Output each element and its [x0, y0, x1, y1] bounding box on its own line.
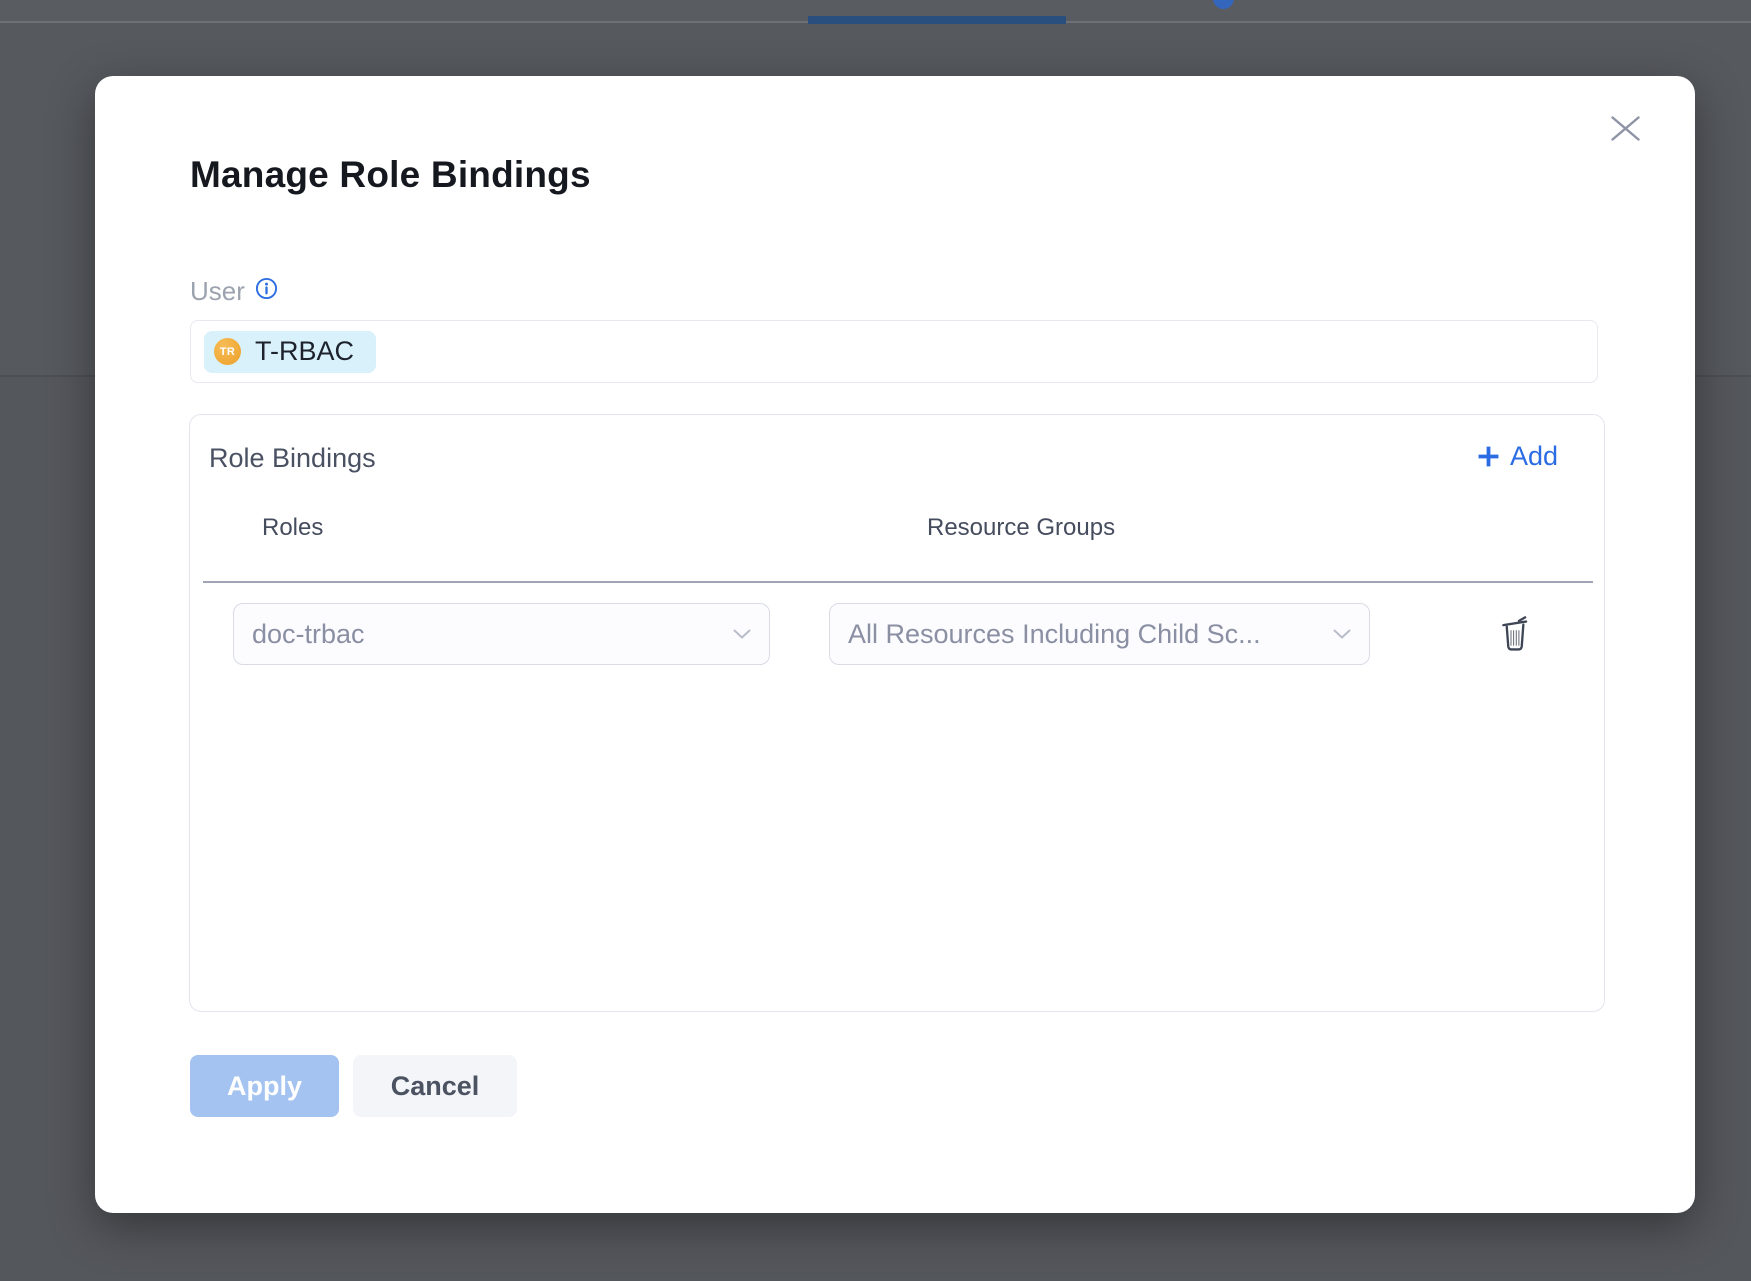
user-label-row: User: [190, 276, 278, 307]
plus-icon: [1477, 445, 1500, 468]
close-button[interactable]: [1601, 106, 1649, 150]
close-icon: [1610, 115, 1641, 142]
user-chip: TR T-RBAC: [204, 331, 376, 373]
apply-button[interactable]: Apply: [190, 1055, 339, 1117]
user-chip-label: T-RBAC: [255, 336, 354, 367]
column-header-resource-groups: Resource Groups: [927, 514, 1115, 542]
screen: Manage Role Bindings User TR T-RBAC R: [0, 0, 1751, 1281]
trash-icon: [1499, 615, 1531, 653]
table-header-divider: [203, 581, 1593, 583]
manage-role-bindings-modal: Manage Role Bindings User TR T-RBAC R: [95, 76, 1695, 1213]
role-bindings-heading: Role Bindings: [209, 443, 376, 474]
role-bindings-panel: Role Bindings Add Roles Resource Groups …: [189, 414, 1605, 1012]
column-header-roles: Roles: [262, 514, 323, 542]
user-label: User: [190, 276, 245, 307]
cancel-button[interactable]: Cancel: [353, 1055, 517, 1117]
user-select-field[interactable]: TR T-RBAC: [190, 320, 1598, 383]
chevron-down-icon: [1333, 629, 1351, 640]
add-button-label: Add: [1510, 441, 1558, 472]
background-active-tab-underline: [808, 16, 1066, 24]
role-select[interactable]: doc-trbac: [233, 603, 770, 665]
resource-group-select-value: All Resources Including Child Sc...: [848, 619, 1261, 650]
info-icon: [255, 277, 278, 300]
delete-role-binding-button[interactable]: [1490, 609, 1540, 659]
user-info-button[interactable]: [255, 277, 278, 300]
chevron-down-icon: [733, 629, 751, 640]
resource-group-select[interactable]: All Resources Including Child Sc...: [829, 603, 1370, 665]
page-title: Manage Role Bindings: [190, 154, 591, 196]
add-role-binding-button[interactable]: Add: [1477, 441, 1558, 472]
role-select-value: doc-trbac: [252, 619, 365, 650]
user-avatar: TR: [214, 338, 241, 365]
